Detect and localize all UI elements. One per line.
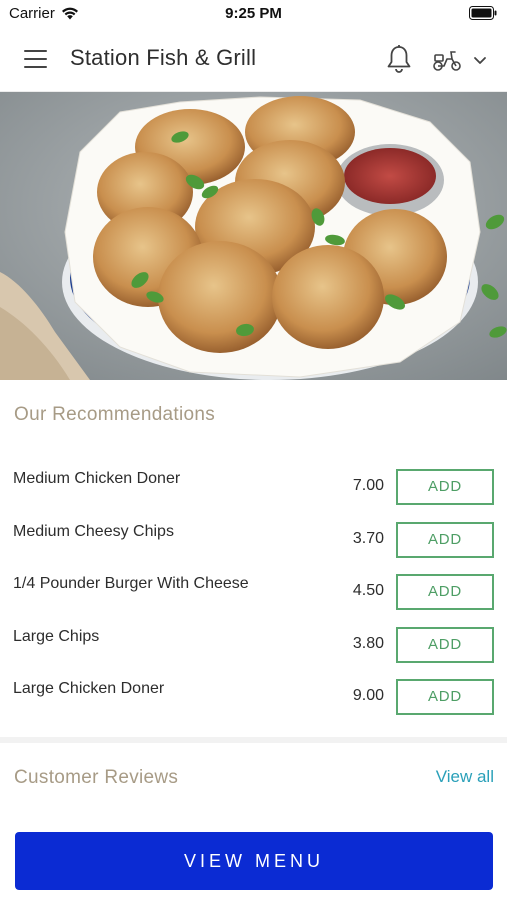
food-photo (0, 92, 507, 380)
reviews-title: Customer Reviews (14, 767, 179, 788)
item-name: Medium Cheesy Chips (13, 522, 174, 540)
scooter-icon[interactable] (432, 48, 462, 72)
item-price: 3.70 (352, 529, 384, 547)
list-item: Medium Cheesy Chips 3.70 ADD (0, 513, 507, 566)
app-header: Station Fish & Grill (0, 28, 507, 92)
hero-food-image (0, 92, 507, 380)
list-item: Large Chips 3.80 ADD (0, 618, 507, 671)
add-button[interactable]: ADD (396, 469, 494, 505)
list-item: 1/4 Pounder Burger With Cheese 4.50 ADD (0, 565, 507, 618)
item-price: 7.00 (352, 477, 384, 494)
menu-icon[interactable] (24, 50, 47, 68)
add-button[interactable]: ADD (396, 626, 494, 663)
restaurant-title: Station Fish & Grill (70, 45, 257, 70)
item-price: 9.00 (352, 687, 384, 704)
item-price: 4.50 (352, 582, 384, 599)
add-button[interactable]: ADD (396, 679, 494, 715)
item-name: Medium Chicken Doner (13, 470, 181, 487)
chevron-down-icon[interactable] (472, 54, 488, 66)
list-item: Large Chicken Doner 9.00 ADD (0, 670, 507, 723)
battery-icon (469, 6, 497, 20)
add-button[interactable]: ADD (396, 521, 494, 558)
view-menu-button[interactable]: VIEW MENU (15, 832, 493, 890)
item-name: 1/4 Pounder Burger With Cheese (13, 575, 249, 592)
status-bar: Carrier 9:25 PM (0, 0, 507, 28)
recommendations-title: Our Recommendations (14, 404, 216, 425)
view-all-link[interactable]: View all (436, 767, 494, 787)
item-name: Large Chicken Doner (13, 680, 165, 697)
bell-icon[interactable] (386, 44, 412, 74)
recommendations-list: Medium Chicken Doner 7.00 ADD Medium Che… (0, 460, 507, 723)
status-time: 9:25 PM (225, 5, 282, 22)
item-price: 3.80 (352, 634, 384, 652)
section-divider (0, 737, 507, 743)
list-item: Medium Chicken Doner 7.00 ADD (0, 460, 507, 513)
item-name: Large Chips (13, 627, 100, 645)
add-button[interactable]: ADD (396, 574, 494, 610)
